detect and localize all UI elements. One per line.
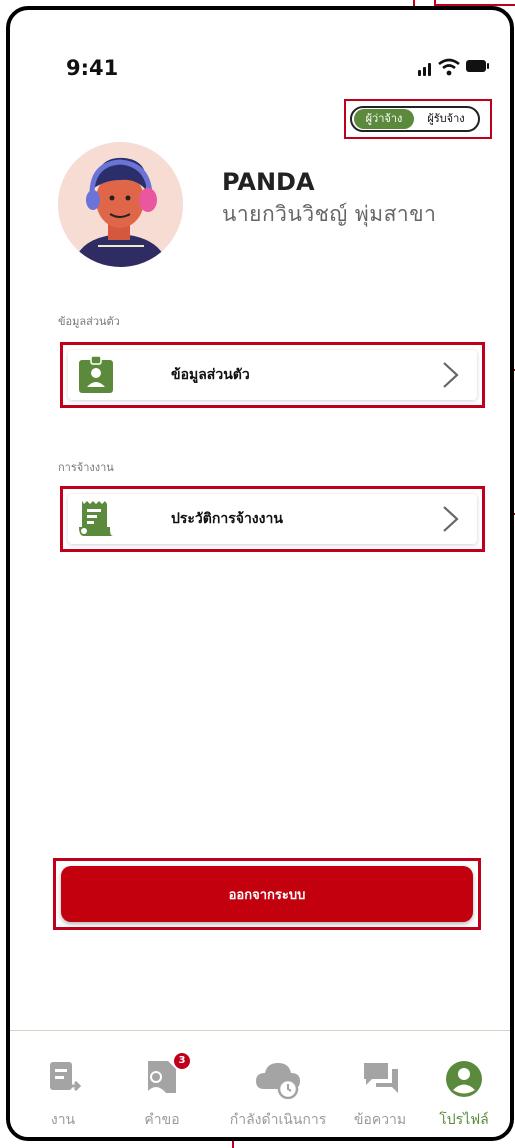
status-icons xyxy=(418,56,494,78)
logout-button[interactable]: ออกจากระบบ xyxy=(61,866,473,922)
profile-icon xyxy=(446,1061,482,1097)
role-toggle[interactable]: ผู้ว่าจ้าง ผู้รับจ้าง xyxy=(350,106,480,132)
cloud-clock-icon xyxy=(256,1063,300,1099)
logout-wrapper: ออกจากระบบ xyxy=(53,858,481,930)
section-heading-employment: การจ้างงาน xyxy=(58,461,114,474)
tab-messages[interactable]: ข้อความ xyxy=(340,1031,420,1131)
job-icon xyxy=(50,1062,82,1092)
tab-label-profile: โปรไฟล์ xyxy=(439,1112,489,1128)
chevron-right-icon xyxy=(443,506,459,532)
tab-label-messages: ข้อความ xyxy=(353,1112,407,1128)
battery-icon xyxy=(466,60,486,72)
chat-icon xyxy=(364,1063,398,1093)
personal-info-card[interactable]: ข้อมูลส่วนตัว xyxy=(68,350,477,400)
battery-tip xyxy=(487,63,489,69)
personal-info-item[interactable]: ข้อมูลส่วนตัว xyxy=(60,342,485,408)
tab-requests[interactable]: 3 คำขอ xyxy=(122,1031,202,1131)
section-heading-personal: ข้อมูลส่วนตัว xyxy=(58,315,120,328)
signal-icon xyxy=(418,70,421,76)
chevron-right-icon xyxy=(443,362,459,388)
tab-profile[interactable]: โปรไฟล์ xyxy=(424,1031,504,1131)
employment-history-item[interactable]: ประวัติการจ้างงาน xyxy=(60,486,485,552)
personal-info-label: ข้อมูลส่วนตัว xyxy=(171,367,250,383)
role-employer-tab[interactable]: ผู้ว่าจ้าง xyxy=(354,109,414,129)
profile-nickname: PANDA xyxy=(222,168,315,196)
tab-label-in-progress: กำลังดำเนินการ xyxy=(229,1112,327,1128)
avatar[interactable] xyxy=(58,142,183,267)
tab-label-requests: คำขอ xyxy=(144,1112,180,1128)
employment-history-label: ประวัติการจ้างงาน xyxy=(171,511,283,527)
requests-badge: 3 xyxy=(174,1053,190,1069)
wifi-icon xyxy=(438,58,460,76)
tab-jobs[interactable]: งาน xyxy=(28,1031,98,1131)
profile-full-name: นายกวินวิชญ์ พุ่มสาขา xyxy=(222,202,437,226)
phone-frame: 9:41 ผู้ว่าจ้าง ผู้รับจ้าง PANDA นายกวิน… xyxy=(6,6,514,1141)
signal-icon-bar xyxy=(428,63,431,76)
role-contractor-tab[interactable]: ผู้รับจ้าง xyxy=(416,109,476,129)
status-time: 9:41 xyxy=(66,56,119,80)
id-badge-icon xyxy=(79,356,113,393)
avatar-illustration xyxy=(58,142,183,267)
receipt-icon xyxy=(79,501,113,536)
tab-in-progress[interactable]: กำลังดำเนินการ xyxy=(208,1031,348,1131)
employment-history-card[interactable]: ประวัติการจ้างงาน xyxy=(68,494,477,544)
bottom-tab-bar: งาน 3 คำขอ กำลังดำเนินการ ข้อความ โปรไฟล… xyxy=(10,1030,510,1137)
tab-label-jobs: งาน xyxy=(50,1112,76,1128)
signal-icon-bar xyxy=(423,67,426,76)
